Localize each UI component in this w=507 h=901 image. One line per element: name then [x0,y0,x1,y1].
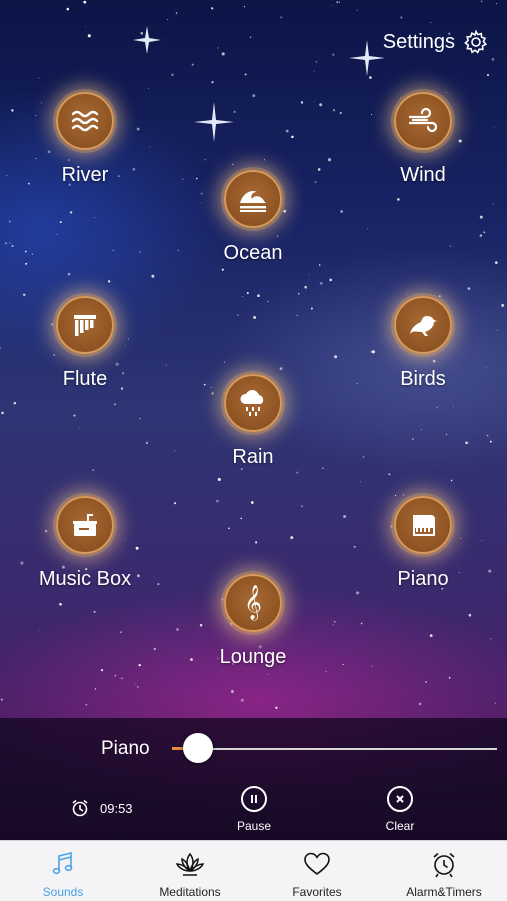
volume-slider-track[interactable] [172,748,497,750]
sound-label: Birds [400,368,446,390]
pause-button[interactable]: Pause [219,786,289,833]
gear-icon [464,29,488,54]
sound-birds[interactable]: Birds [353,296,493,391]
sound-ocean[interactable]: Ocean [183,170,323,265]
sleep-timer[interactable]: 09:53 [70,798,133,818]
bird-icon [394,296,452,354]
volume-slider-knob[interactable] [183,733,213,763]
sound-label: Flute [62,368,108,390]
sound-piano[interactable]: Piano [353,496,493,591]
ocean-wave-icon [224,170,282,228]
tab-bar: Sounds Meditations Favorites Alarm&Timer… [0,840,507,901]
sound-wind[interactable]: Wind [353,92,493,187]
sound-flute[interactable]: Flute [15,296,155,391]
tab-favorites[interactable]: Favorites [254,841,380,901]
tab-label: Favorites [292,885,342,899]
tab-label: Sounds [42,885,84,899]
sound-lounge[interactable]: 𝄞 Lounge [183,574,323,669]
sound-musicbox[interactable]: Music Box [15,496,155,591]
sound-river[interactable]: River [15,92,155,187]
treble-clef-icon: 𝄞 [224,574,282,632]
sound-label: Music Box [38,568,132,590]
wind-icon [394,92,452,150]
settings-label: Settings [382,30,455,53]
music-note-icon [49,849,77,879]
sound-label: Lounge [219,646,287,668]
alarm-clock-icon [430,849,458,879]
grand-piano-icon [394,496,452,554]
music-box-icon [56,496,114,554]
sound-label: Rain [232,446,274,468]
tab-sounds[interactable]: Sounds [0,841,126,901]
tab-label: Alarm&Timers [406,885,482,899]
pause-label: Pause [236,819,272,833]
lotus-icon [175,849,205,879]
waves-icon [56,92,114,150]
tab-meditations[interactable]: Meditations [127,841,253,901]
sound-label: Piano [397,568,449,590]
current-track-name: Piano [101,738,150,759]
pan-flute-icon [56,296,114,354]
tab-label: Meditations [159,885,221,899]
clear-x-icon [387,786,413,812]
rain-cloud-icon [224,374,282,432]
timer-value: 09:53 [100,800,133,816]
clear-button[interactable]: Clear [365,786,435,833]
sound-label: Wind [400,164,446,186]
sound-label: Ocean [223,242,283,264]
tab-alarm-timers[interactable]: Alarm&Timers [381,841,507,901]
pause-icon [241,786,267,812]
clear-label: Clear [385,819,415,833]
sound-rain[interactable]: Rain [183,374,323,469]
heart-icon [303,849,331,879]
settings-button[interactable]: Settings [383,26,489,58]
alarm-clock-icon [72,799,88,817]
sound-label: River [61,164,109,186]
